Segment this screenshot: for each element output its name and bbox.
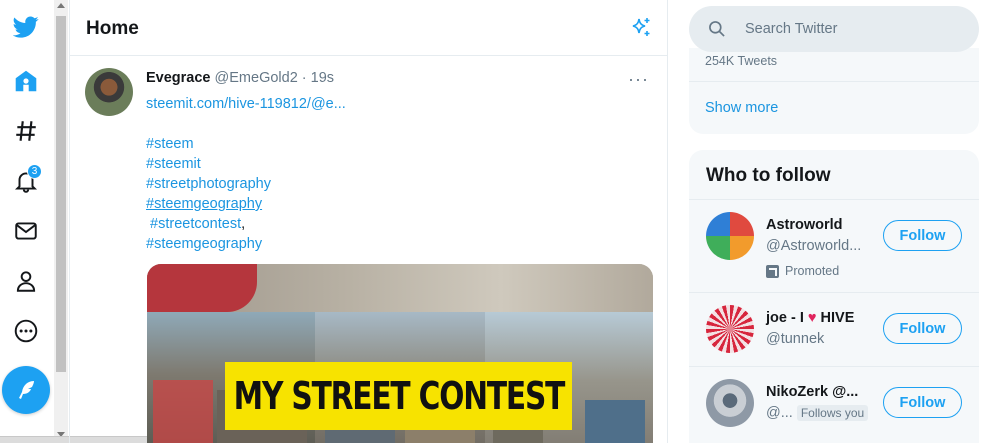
tweet-author-name[interactable]: Evegrace [146, 70, 211, 86]
tweet-comma: , [241, 216, 246, 232]
divider [689, 81, 979, 82]
right-sidebar: 254K Tweets Show more Search Twitter Who… [689, 0, 979, 443]
notifications-bell-icon[interactable]: 3 [6, 161, 46, 201]
main-timeline: Home Evegrace @EmeGold2 · 19s ··· steemi… [69, 0, 668, 443]
explore-hashtag-icon[interactable] [6, 111, 46, 151]
suggestion-handle-text[interactable]: @... [766, 405, 793, 421]
follows-you-badge: Follows you [796, 405, 869, 421]
scroll-up-arrow-icon[interactable] [57, 3, 65, 8]
tweet-media-image[interactable]: MY STREET CONTEST [147, 264, 653, 443]
hashtag-link[interactable]: #steemit [146, 156, 201, 172]
follow-button[interactable]: Follow [883, 313, 962, 344]
tweet-header: Evegrace @EmeGold2 · 19s [146, 70, 334, 86]
feather-quill-icon [19, 381, 34, 399]
media-banner-text: MY STREET CONTEST [233, 374, 565, 418]
suggestion-handle[interactable]: @tunnek [766, 331, 824, 347]
follow-button[interactable]: Follow [883, 387, 962, 418]
trend-tweet-count: 254K Tweets [705, 54, 778, 68]
scrollbar-thumb[interactable] [56, 16, 66, 372]
home-icon[interactable] [6, 61, 46, 101]
avatar[interactable] [85, 68, 133, 116]
notification-count-badge: 3 [27, 164, 42, 179]
tweet-author-handle[interactable]: @EmeGold2 [215, 70, 298, 86]
media-red-shirt [147, 264, 257, 312]
avatar[interactable] [706, 379, 754, 427]
tweet-timestamp[interactable]: · 19s [298, 70, 334, 86]
suggestion-name-suffix: HIVE [816, 310, 855, 326]
hashtag-link[interactable]: #steemgeography [146, 196, 262, 212]
follow-button[interactable]: Follow [883, 220, 962, 251]
tweet-more-icon[interactable]: ··· [628, 69, 649, 90]
sparkle-top-tweets-icon[interactable] [629, 16, 653, 40]
suggestion-name-prefix: joe - I [766, 310, 808, 326]
suggestion-name[interactable]: Astroworld [766, 217, 843, 233]
follow-suggestion[interactable]: NikoZerk @... @... Follows you Follow [689, 367, 979, 443]
twitter-logo-icon[interactable] [6, 7, 46, 47]
who-to-follow-title: Who to follow [706, 165, 831, 186]
trends-card: 254K Tweets Show more [689, 48, 979, 134]
search-input[interactable]: Search Twitter [745, 21, 837, 37]
vertical-scrollbar[interactable] [54, 0, 68, 443]
tweet-link[interactable]: steemit.com/hive-119812/@e... [146, 96, 346, 112]
who-to-follow-card: Who to follow Astroworld @Astroworld... … [689, 150, 979, 443]
compose-tweet-button[interactable] [2, 366, 50, 414]
more-options-circle-icon[interactable] [6, 311, 46, 351]
hashtag-link[interactable]: #streetphotography [146, 176, 271, 192]
show-more-link[interactable]: Show more [705, 100, 778, 116]
avatar[interactable] [706, 212, 754, 260]
profile-person-icon[interactable] [6, 261, 46, 301]
page-title: Home [86, 18, 139, 39]
hashtag-link[interactable]: #steemgeography [146, 236, 262, 252]
promoted-arrow-icon [766, 264, 779, 278]
follow-suggestion[interactable]: joe - I ♥ HIVE @tunnek Follow [689, 293, 979, 366]
red-heart-icon: ♥ [807, 310, 817, 326]
follow-suggestion[interactable]: Astroworld @Astroworld... Promoted Follo… [689, 200, 979, 292]
messages-envelope-icon[interactable] [6, 211, 46, 251]
tweet-text: steemit.com/hive-119812/@e... #steem #st… [146, 94, 346, 254]
avatar[interactable] [706, 305, 754, 353]
promoted-label: Promoted [766, 264, 839, 278]
twitter-page: 3 Home Evegrace @EmeGold2 · 19s ··· stee… [0, 0, 989, 443]
search-box[interactable]: Search Twitter [689, 6, 979, 52]
suggestion-name[interactable]: joe - I ♥ HIVE [766, 310, 854, 326]
suggestion-handle: @... Follows you [766, 405, 869, 421]
suggestion-handle[interactable]: @Astroworld... [766, 238, 861, 254]
suggestion-name[interactable]: NikoZerk @... [766, 384, 858, 400]
media-banner: MY STREET CONTEST [225, 362, 572, 430]
hashtag-link[interactable]: #steem [146, 136, 194, 152]
search-icon [709, 21, 725, 37]
promoted-text: Promoted [785, 264, 840, 278]
left-nav: 3 [0, 0, 52, 443]
timeline-header: Home [70, 0, 667, 56]
hashtag-link[interactable]: #streetcontest [150, 216, 241, 232]
